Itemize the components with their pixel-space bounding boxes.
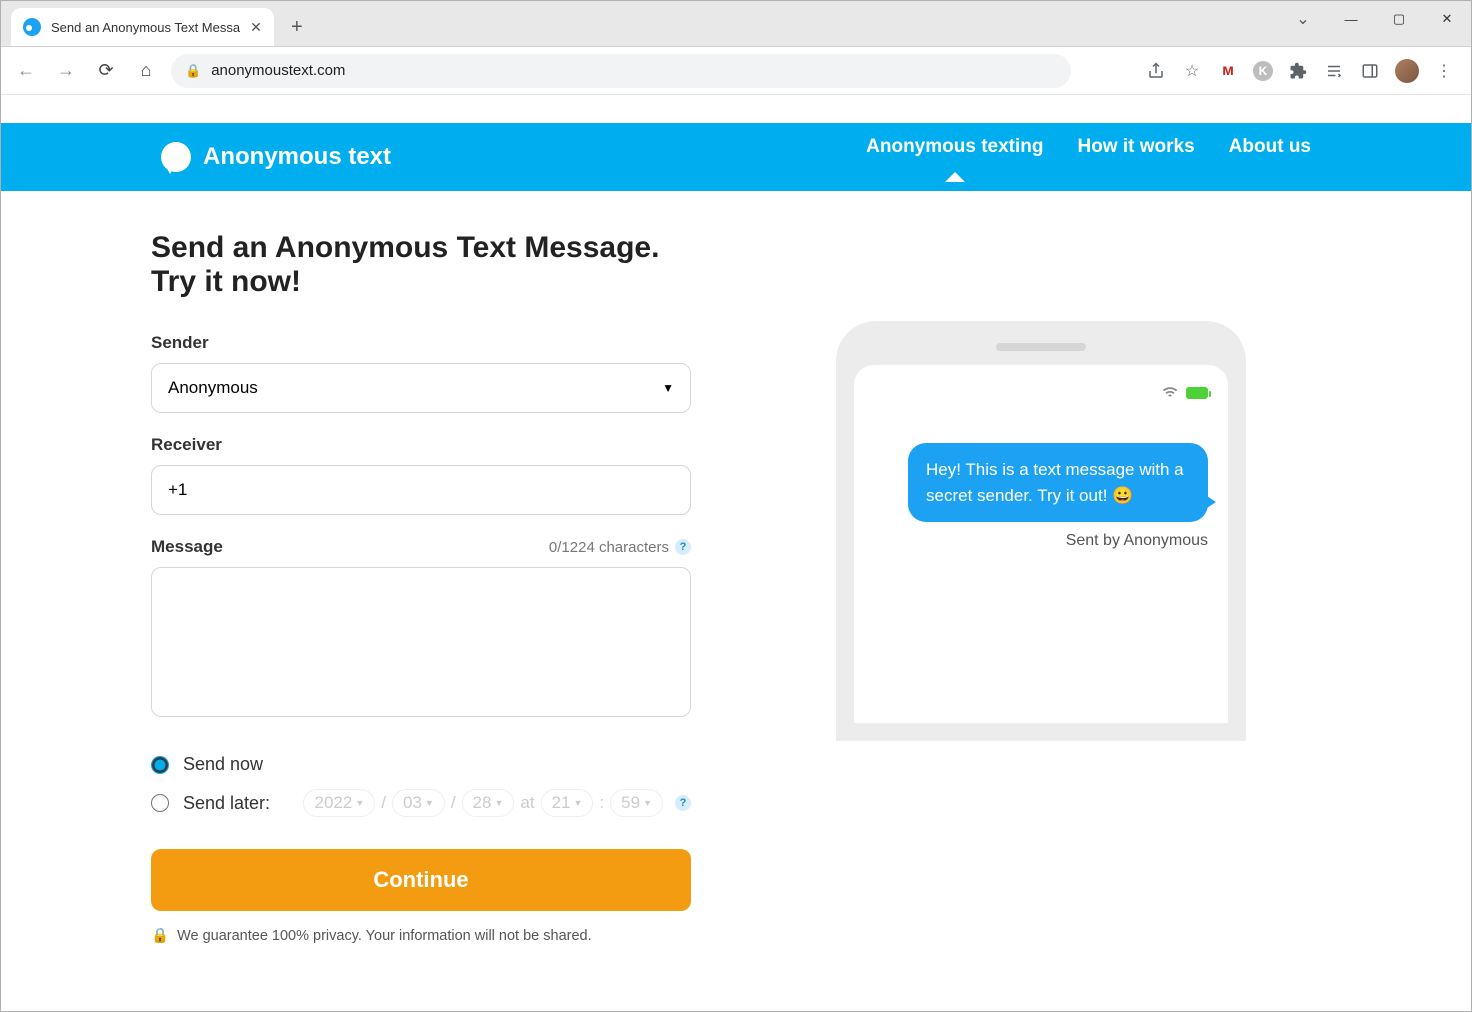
- schedule-minute[interactable]: 59▼: [610, 789, 663, 817]
- side-panel-icon[interactable]: [1359, 60, 1381, 82]
- favicon-icon: [23, 18, 41, 36]
- main-content: Send an Anonymous Text Message. Try it n…: [151, 191, 1321, 1004]
- send-form: Send an Anonymous Text Message. Try it n…: [151, 231, 691, 944]
- back-button[interactable]: ←: [11, 56, 41, 86]
- browser-toolbar: ← → ⟳ ⌂ 🔒 anonymoustext.com ☆ ᴍ K ⋮: [1, 47, 1471, 95]
- continue-button[interactable]: Continue: [151, 849, 691, 911]
- titlebar: Send an Anonymous Text Messa ✕ + ⌄ ― ▢ ✕: [1, 1, 1471, 47]
- schedule-help-icon[interactable]: ?: [675, 795, 691, 811]
- send-later-option[interactable]: Send later: 2022▼ / 03▼ / 28▼ at 21▼ : 5…: [151, 789, 691, 817]
- lock-icon: 🔒: [151, 927, 169, 944]
- close-window-button[interactable]: ✕: [1423, 1, 1471, 37]
- send-now-label: Send now: [183, 754, 263, 775]
- extensions-puzzle-icon[interactable]: [1287, 60, 1309, 82]
- phone-speaker: [996, 343, 1086, 351]
- sender-value: Anonymous: [168, 378, 258, 398]
- brand-name: Anonymous text: [203, 143, 391, 171]
- sender-select[interactable]: Anonymous ▼: [151, 363, 691, 413]
- browser-window: Send an Anonymous Text Messa ✕ + ⌄ ― ▢ ✕…: [0, 0, 1472, 1012]
- receiver-label: Receiver: [151, 435, 691, 455]
- send-later-label: Send later:: [183, 793, 270, 814]
- chevron-down-icon: ▼: [662, 381, 674, 395]
- menu-kebab-icon[interactable]: ⋮: [1433, 60, 1455, 82]
- receiver-input[interactable]: [151, 465, 691, 515]
- message-textarea[interactable]: [151, 567, 691, 717]
- profile-avatar[interactable]: [1395, 59, 1419, 83]
- k-extension-icon[interactable]: K: [1253, 61, 1273, 81]
- preview-sent-by: Sent by Anonymous: [1066, 532, 1208, 550]
- send-now-option[interactable]: Send now: [151, 754, 691, 775]
- forward-button[interactable]: →: [51, 56, 81, 86]
- site-header: Anonymous text Anonymous texting How it …: [1, 123, 1471, 191]
- schedule-day[interactable]: 28▼: [462, 789, 515, 817]
- url-text: anonymoustext.com: [211, 62, 1057, 79]
- new-tab-button[interactable]: +: [282, 12, 312, 42]
- help-icon[interactable]: ?: [675, 539, 691, 555]
- wifi-icon: [1162, 385, 1178, 402]
- phone-frame: Hey! This is a text message with a secre…: [836, 321, 1246, 741]
- battery-icon: [1186, 387, 1208, 399]
- page-viewport[interactable]: Anonymous text Anonymous texting How it …: [1, 95, 1471, 1011]
- message-label: Message 0/1224 characters ?: [151, 537, 691, 557]
- reload-button[interactable]: ⟳: [91, 56, 121, 86]
- phone-preview: Hey! This is a text message with a secre…: [761, 231, 1321, 944]
- schedule-year[interactable]: 2022▼: [303, 789, 375, 817]
- maximize-button[interactable]: ▢: [1375, 1, 1423, 37]
- preview-message-bubble: Hey! This is a text message with a secre…: [908, 443, 1208, 522]
- phone-screen: Hey! This is a text message with a secre…: [854, 365, 1228, 723]
- speech-bubble-icon: [161, 142, 191, 172]
- main-nav: Anonymous texting How it works About us: [866, 136, 1311, 178]
- share-icon[interactable]: [1145, 60, 1167, 82]
- send-later-radio[interactable]: [151, 794, 169, 812]
- nav-anonymous-texting[interactable]: Anonymous texting: [866, 136, 1043, 178]
- mcafee-extension-icon[interactable]: ᴍ: [1217, 60, 1239, 82]
- home-button[interactable]: ⌂: [131, 56, 161, 86]
- phone-statusbar: [874, 383, 1208, 403]
- schedule-hour[interactable]: 21▼: [541, 789, 594, 817]
- privacy-text: We guarantee 100% privacy. Your informat…: [177, 928, 592, 944]
- site-logo[interactable]: Anonymous text: [161, 142, 391, 172]
- address-bar[interactable]: 🔒 anonymoustext.com: [171, 54, 1071, 88]
- browser-tab[interactable]: Send an Anonymous Text Messa ✕: [11, 8, 274, 46]
- send-now-radio[interactable]: [151, 756, 169, 774]
- privacy-note: 🔒 We guarantee 100% privacy. Your inform…: [151, 927, 691, 944]
- page-heading: Send an Anonymous Text Message. Try it n…: [151, 231, 691, 299]
- nav-how-it-works[interactable]: How it works: [1077, 136, 1194, 178]
- schedule-month[interactable]: 03▼: [392, 789, 445, 817]
- reading-list-icon[interactable]: [1323, 60, 1345, 82]
- lock-icon: 🔒: [185, 63, 201, 79]
- message-label-text: Message: [151, 537, 223, 557]
- char-counter: 0/1224 characters: [549, 539, 669, 556]
- minimize-button[interactable]: ―: [1327, 1, 1375, 37]
- sender-label: Sender: [151, 333, 691, 353]
- tab-title: Send an Anonymous Text Messa: [51, 20, 240, 35]
- nav-about-us[interactable]: About us: [1229, 136, 1311, 178]
- window-controls: ⌄ ― ▢ ✕: [1279, 1, 1471, 37]
- tab-search-icon[interactable]: ⌄: [1279, 1, 1327, 37]
- bookmark-star-icon[interactable]: ☆: [1181, 60, 1203, 82]
- tab-close-icon[interactable]: ✕: [250, 19, 262, 36]
- schedule-picker: 2022▼ / 03▼ / 28▼ at 21▼ : 59▼ ?: [303, 789, 691, 817]
